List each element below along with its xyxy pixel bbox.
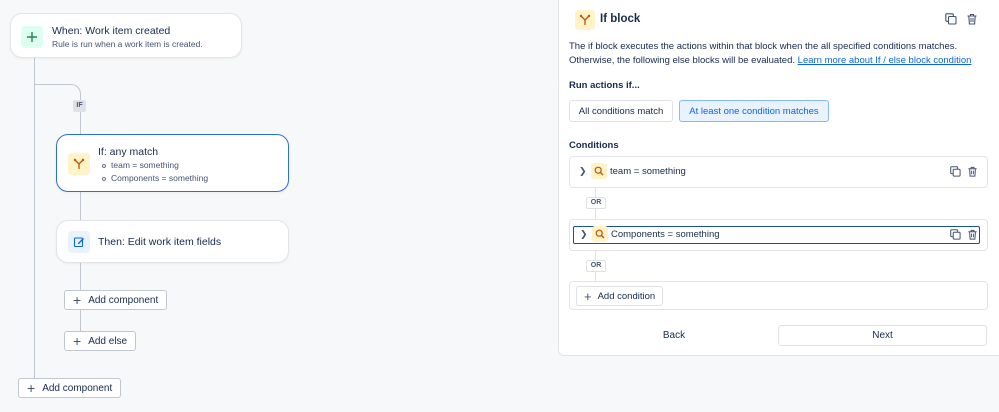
condition-text: Components = something — [611, 229, 720, 240]
add-else-label: Add else — [88, 335, 128, 347]
all-conditions-match-option[interactable]: All conditions match — [569, 100, 673, 122]
main-connector-line — [34, 58, 35, 378]
duplicate-icon[interactable] — [950, 166, 961, 177]
add-component-root-button[interactable]: + Add component — [18, 378, 122, 398]
plus-icon: + — [73, 292, 82, 308]
if-branch-curve — [34, 84, 81, 100]
if-card[interactable]: If: any match team = something Component… — [56, 134, 289, 192]
edit-icon — [68, 231, 90, 253]
next-button[interactable]: Next — [778, 325, 987, 346]
if-card-condition-1: team = something — [102, 160, 179, 170]
then-card[interactable]: Then: Edit work item fields — [56, 220, 289, 263]
plus-icon — [21, 26, 43, 48]
trash-icon[interactable] — [966, 13, 978, 25]
duplicate-icon[interactable] — [950, 229, 961, 240]
plus-icon: + — [27, 380, 36, 396]
condition-row-inner: ❯ team = something — [573, 163, 980, 181]
panel-description: The if block executes the actions within… — [569, 41, 972, 66]
chevron-right-icon[interactable]: ❯ — [579, 166, 587, 177]
if-card-title: If: any match — [98, 146, 159, 158]
add-component-root-label: Add component — [42, 382, 113, 394]
add-condition-row: + Add condition — [569, 281, 988, 310]
or-label: OR — [586, 197, 606, 209]
trigger-card[interactable]: When: Work item created Rule is run when… — [10, 13, 242, 58]
condition-row[interactable]: ❯ Components = something — [569, 219, 988, 251]
if-then-line — [80, 192, 81, 220]
branch-icon — [575, 10, 595, 30]
add-else-button[interactable]: + Add else — [64, 331, 137, 351]
conditions-label: Conditions — [569, 140, 619, 151]
duplicate-icon[interactable] — [945, 13, 957, 25]
trigger-subtitle: Rule is run when a work item is created. — [52, 39, 203, 49]
condition-text: team = something — [610, 166, 686, 177]
trigger-title: When: Work item created — [52, 25, 171, 37]
if-tag: IF — [73, 100, 86, 112]
condition-row[interactable]: ❯ team = something — [569, 156, 988, 188]
chevron-right-icon[interactable]: ❯ — [580, 229, 588, 240]
if-block-panel: If block The if block executes the actio… — [558, 0, 999, 356]
learn-more-link[interactable]: Learn more about If / else block conditi… — [798, 55, 972, 66]
rule-canvas: When: Work item created Rule is run when… — [0, 0, 555, 412]
run-actions-label: Run actions if... — [569, 80, 640, 91]
back-button[interactable]: Back — [569, 325, 779, 346]
add-component-label: Add component — [88, 294, 159, 306]
search-icon — [592, 226, 608, 242]
add-component-button[interactable]: + Add component — [64, 290, 168, 310]
if-card-condition-2: Components = something — [102, 173, 208, 183]
plus-icon: + — [584, 288, 592, 304]
add-condition-button[interactable]: + Add condition — [576, 286, 664, 306]
branch-icon — [68, 153, 90, 175]
search-icon — [591, 163, 607, 179]
trash-icon[interactable] — [967, 166, 978, 177]
trash-icon[interactable] — [967, 229, 978, 240]
condition-row-inner: ❯ Components = something — [573, 226, 980, 244]
plus-icon: + — [73, 333, 82, 349]
then-card-title: Then: Edit work item fields — [98, 236, 222, 248]
at-least-one-condition-option[interactable]: At least one condition matches — [679, 100, 829, 122]
add-condition-label: Add condition — [597, 290, 656, 302]
panel-title: If block — [600, 13, 641, 25]
or-label: OR — [586, 260, 606, 272]
